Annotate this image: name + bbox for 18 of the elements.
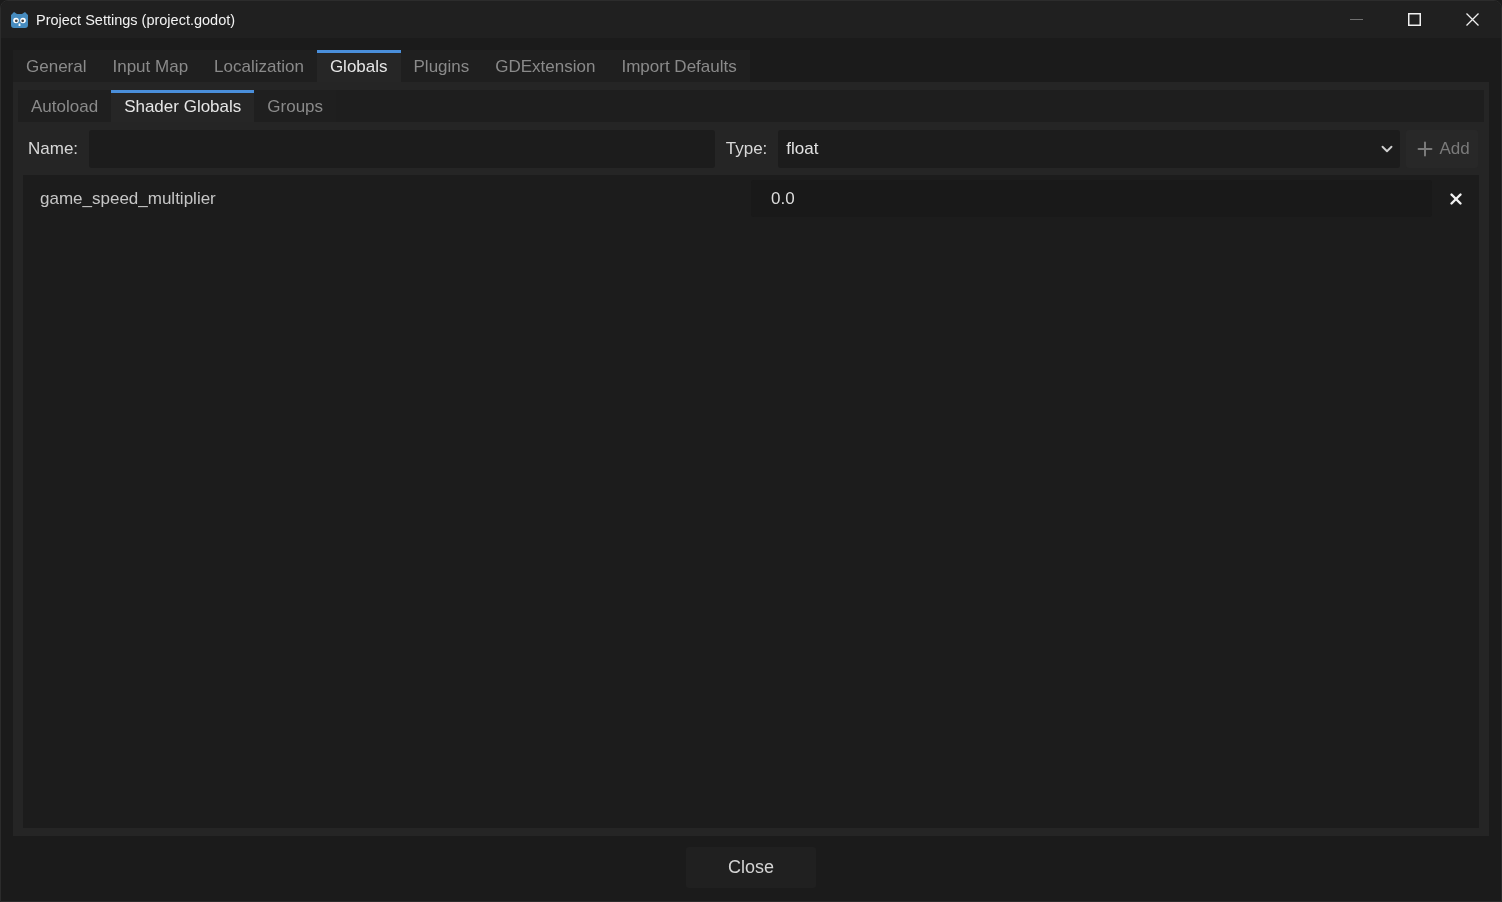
window-title: Project Settings (project.godot) [36, 11, 236, 28]
name-label: Name: [28, 139, 79, 159]
close-icon[interactable] [1465, 13, 1479, 26]
maximize-icon[interactable] [1407, 13, 1421, 26]
app-icon [10, 10, 29, 29]
global-name: game_speed_multiplier [39, 188, 216, 209]
close-button[interactable]: Close [686, 847, 816, 888]
type-label: Type: [725, 139, 768, 159]
tab[interactable]: Plugins [400, 50, 483, 82]
tab[interactable]: Localization [201, 50, 317, 82]
subtab[interactable]: Shader Globals [111, 90, 255, 122]
tab[interactable]: Import Defaults [608, 50, 750, 82]
tab[interactable]: General [13, 50, 100, 82]
tab[interactable]: Globals [316, 50, 401, 82]
tab[interactable]: GDExtension [482, 50, 609, 82]
tab[interactable]: Input Map [99, 50, 202, 82]
value-field[interactable]: 0.0 [751, 180, 1432, 217]
type-dropdown[interactable]: float [778, 130, 1400, 168]
